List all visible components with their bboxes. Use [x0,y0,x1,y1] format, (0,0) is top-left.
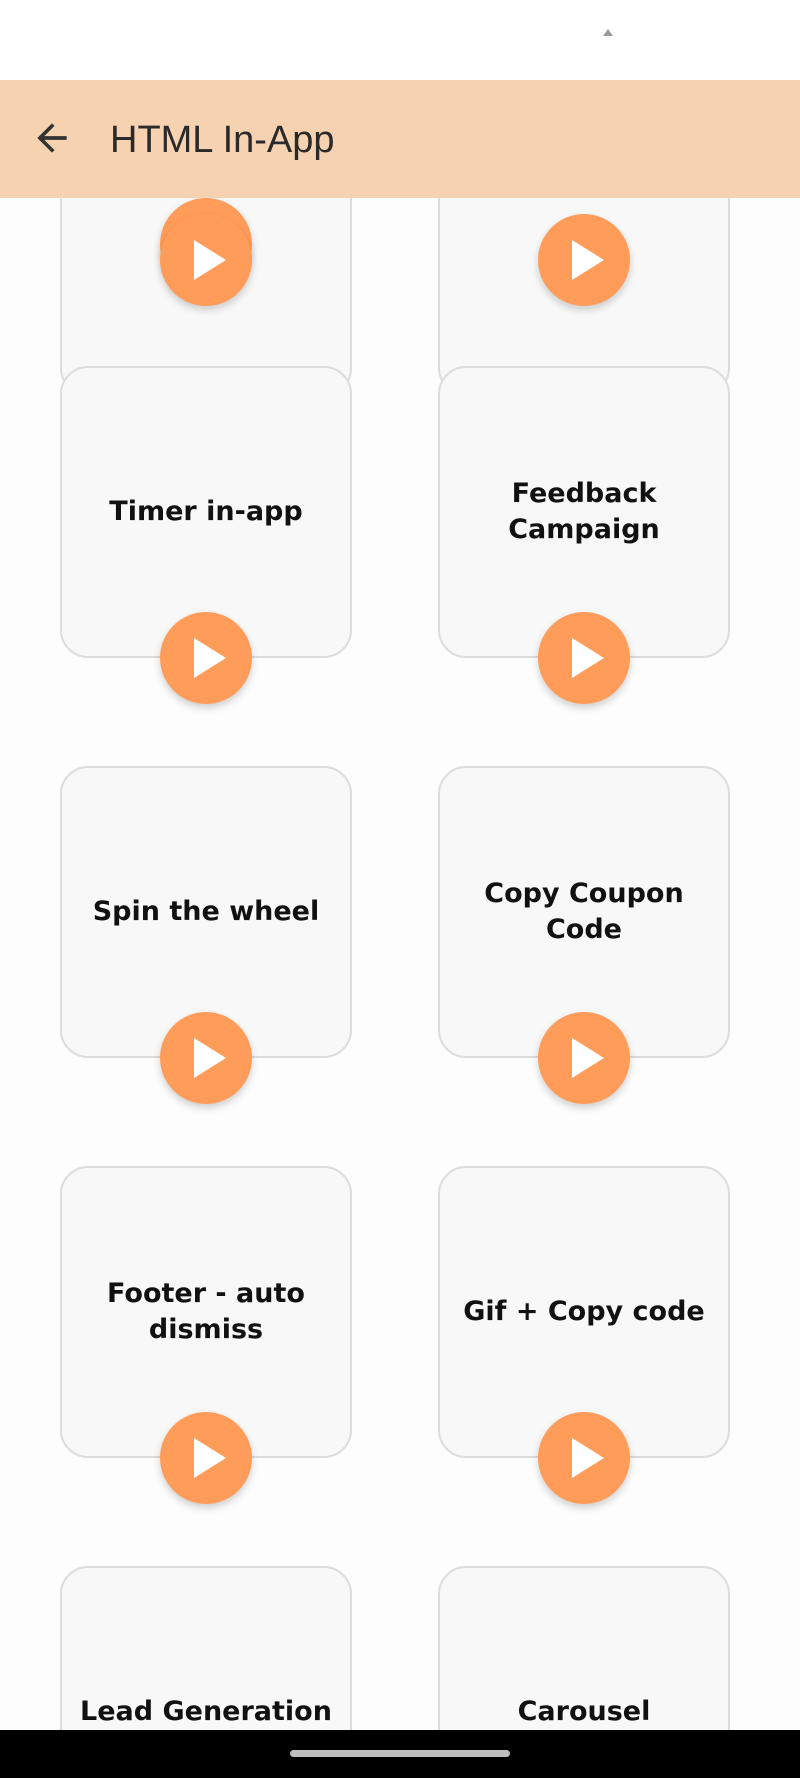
campaign-grid[interactable]: Timer in-app Feedback Campaign Spin the … [0,198,800,1730]
play-icon[interactable] [160,1412,252,1504]
play-icon[interactable] [538,214,630,306]
campaign-card[interactable]: Carousel [438,1566,730,1730]
page-title: HTML In-App [110,119,335,161]
play-icon[interactable] [160,214,252,306]
play-icon[interactable] [538,1412,630,1504]
status-bar [0,0,800,80]
app-bar: HTML In-App [0,80,800,198]
card-label: Carousel [517,1696,651,1727]
play-icon[interactable] [160,612,252,704]
play-icon[interactable] [160,1012,252,1104]
signal-icon [603,29,613,36]
play-icon[interactable] [538,1012,630,1104]
play-icon[interactable] [538,612,630,704]
card-label: Lead Generation [80,1696,332,1727]
home-handle[interactable] [290,1750,510,1757]
campaign-card[interactable]: Lead Generation [60,1566,352,1730]
arrow-left-icon[interactable] [30,116,74,160]
system-nav-bar [0,1730,800,1778]
